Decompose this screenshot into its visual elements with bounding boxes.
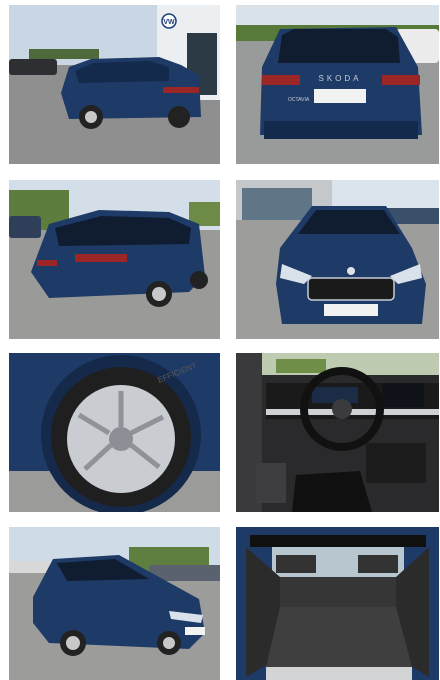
photo-trunk-cargo-area[interactable] (236, 527, 439, 680)
dealer-brand-sign: VW (163, 19, 175, 26)
car-model-rear: OCTAVIA (288, 97, 310, 103)
photo-front-view[interactable] (236, 180, 439, 339)
photo-rear-view[interactable]: SKODA OCTAVIA (236, 5, 439, 164)
car-badge-rear: SKODA (318, 74, 361, 83)
photo-interior-dashboard[interactable] (236, 353, 439, 512)
photo-rear-three-quarter-showroom[interactable]: VW (9, 5, 220, 164)
photo-rear-three-quarter-parking[interactable] (9, 180, 220, 339)
photo-wheel-closeup[interactable]: EFFICIENT (9, 353, 220, 512)
photo-front-three-quarter[interactable] (9, 527, 220, 680)
photo-gallery: VW SKODA OCTAVIA EFFICIENT (0, 0, 440, 680)
